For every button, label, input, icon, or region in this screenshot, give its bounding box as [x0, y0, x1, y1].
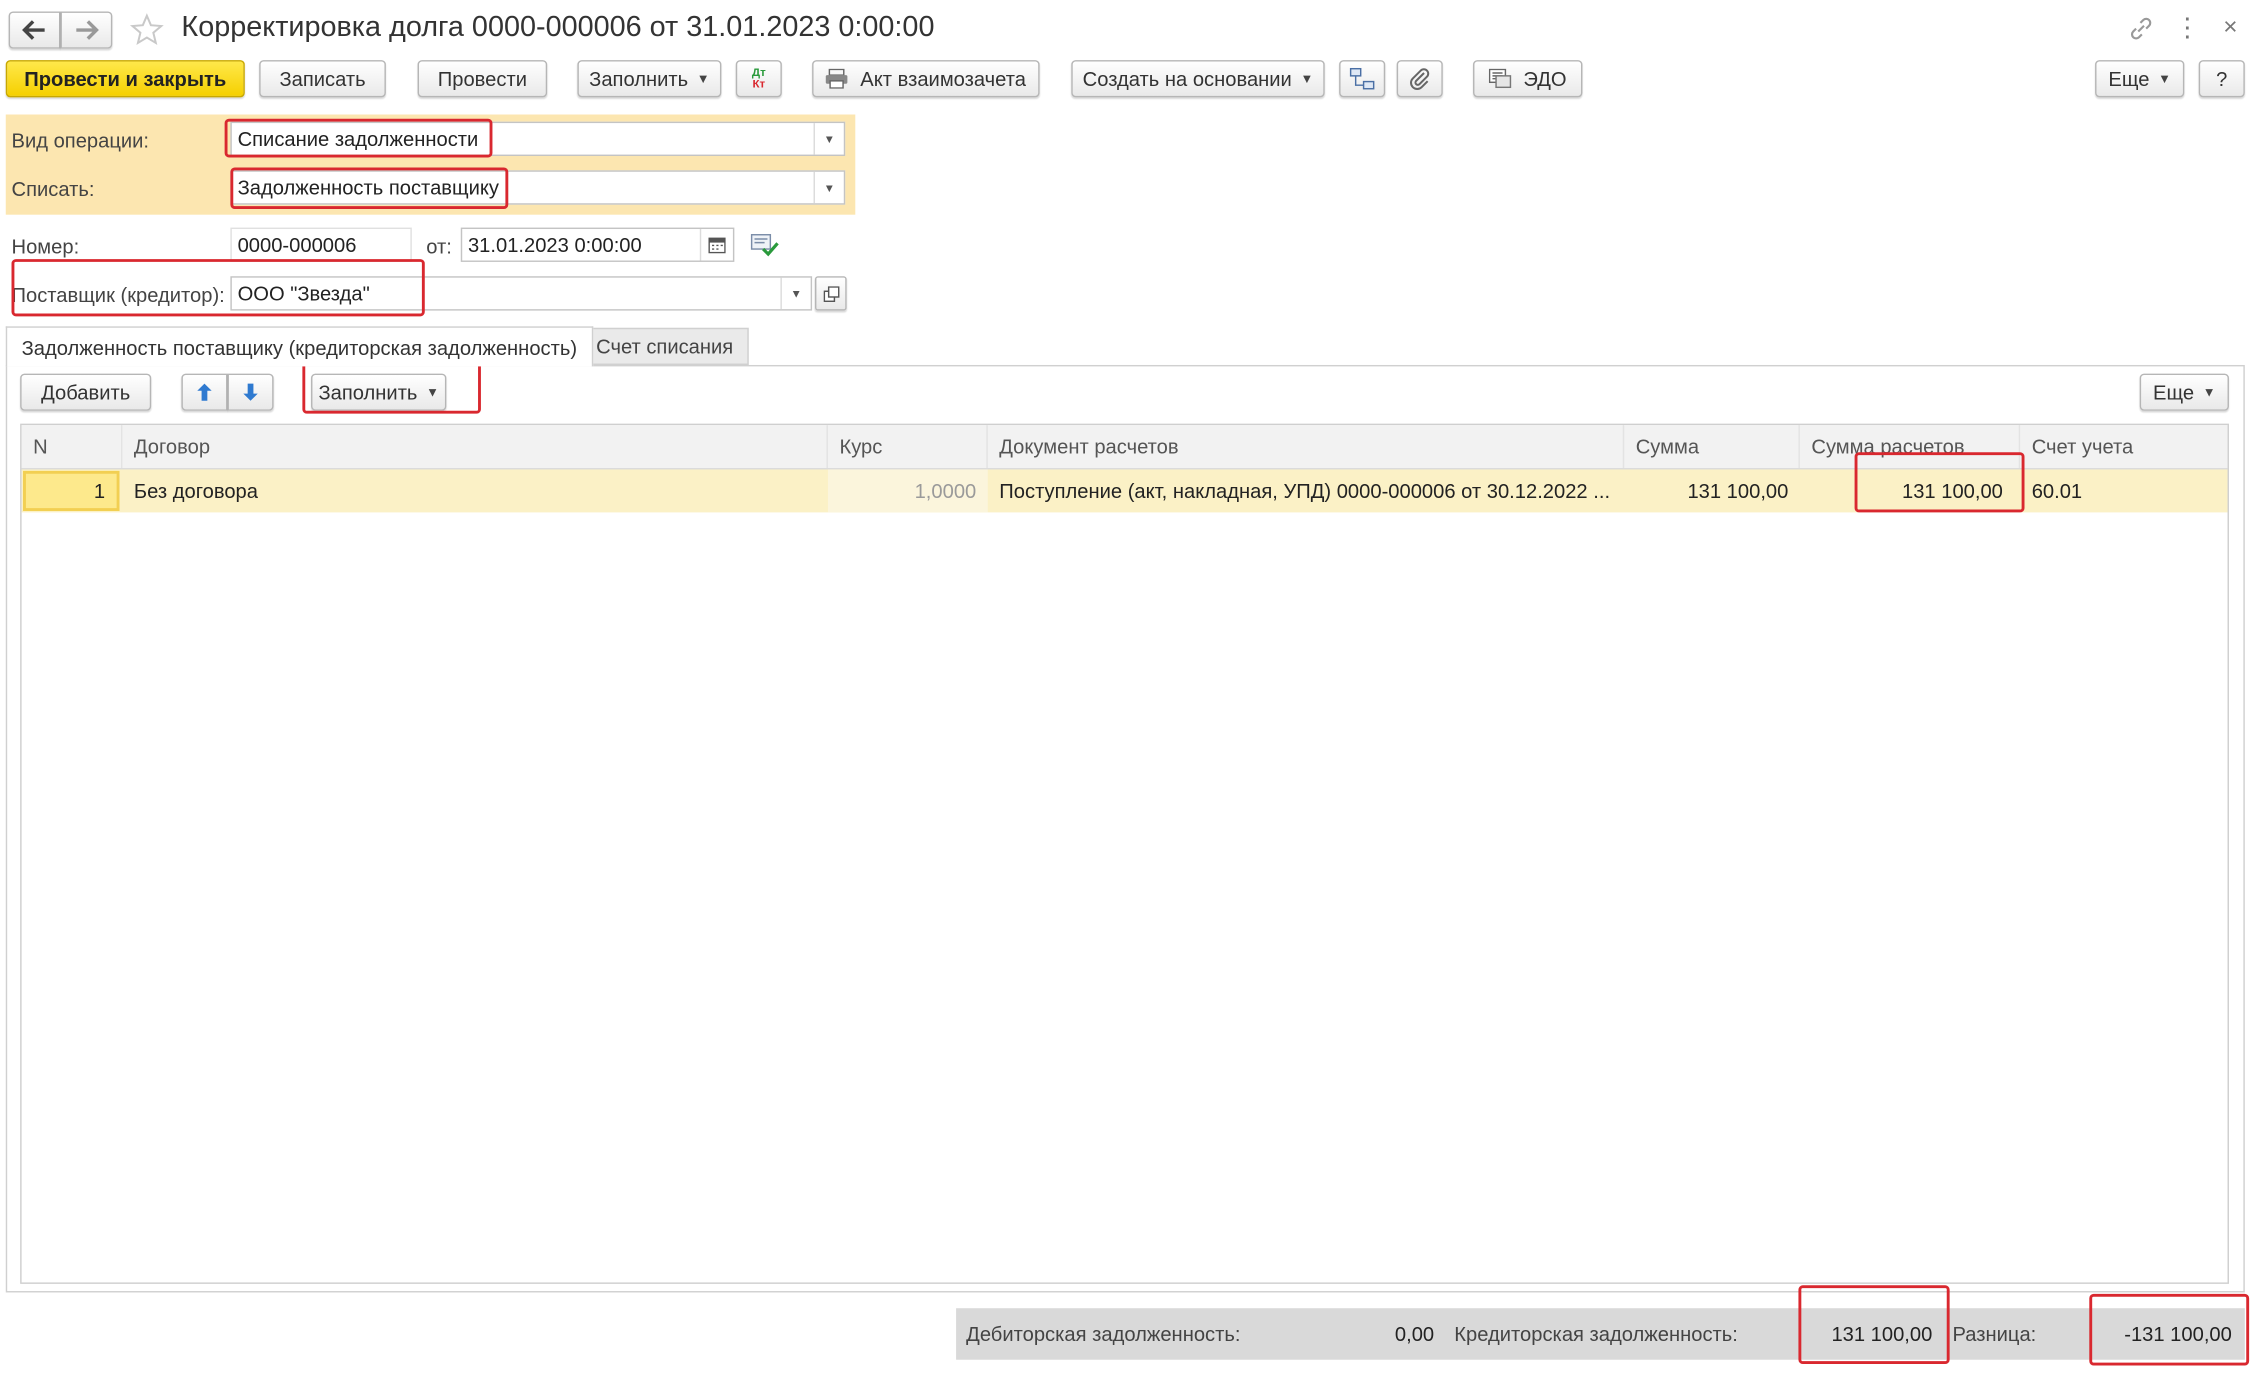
difference-label: Разница: [1952, 1322, 2037, 1346]
column-header-sum[interactable]: Сумма [1624, 425, 1800, 469]
supplier-label: Поставщик (кредитор): [11, 283, 225, 307]
chevron-down-icon[interactable]: ▼ [813, 123, 844, 155]
more-vertical-icon[interactable]: ⋮ [2174, 14, 2200, 43]
dt-kt-icon: Дт Кт [751, 65, 766, 91]
move-down-button[interactable] [227, 373, 274, 411]
chevron-down-icon: ▼ [2202, 385, 2216, 400]
netting-act-label: Акт взаимозачета [860, 67, 1026, 91]
window-title: Корректировка долга 0000-000006 от 31.01… [181, 11, 935, 43]
arrow-up-icon [197, 383, 212, 401]
more-label: Еще [2108, 67, 2150, 91]
arrow-right-icon [76, 20, 99, 40]
column-header-rate[interactable]: Курс [828, 425, 988, 469]
cell-n[interactable]: 1 [23, 470, 120, 511]
favorite-star-icon[interactable] [129, 13, 165, 47]
create-based-on-label: Создать на основании [1082, 67, 1292, 91]
debit-debt-label: Дебиторская задолженность: [966, 1322, 1241, 1346]
back-button[interactable] [8, 11, 61, 49]
column-header-document[interactable]: Документ расчетов [988, 425, 1625, 469]
write-off-label: Списать: [11, 177, 95, 201]
cell-settlement-sum[interactable]: 131 100,00 [1800, 469, 2020, 512]
number-label: Номер: [11, 234, 80, 258]
chevron-down-icon: ▼ [696, 71, 710, 86]
column-header-n[interactable]: N [22, 425, 123, 469]
save-button[interactable]: Записать [259, 60, 386, 98]
date-label: от: [426, 234, 452, 258]
cell-account[interactable]: 60.01 [2020, 469, 2227, 512]
post-and-close-button[interactable]: Провести и закрыть [5, 60, 245, 98]
structure-button[interactable] [1339, 60, 1386, 98]
table-row[interactable]: 1 Без договора 1,0000 Поступление (акт, … [21, 469, 2228, 513]
dt-kt-button[interactable]: Дт Кт [735, 60, 782, 98]
credit-debt-label: Кредиторская задолженность: [1454, 1322, 1738, 1346]
fill-label: Заполнить [589, 67, 689, 91]
printer-icon [826, 68, 849, 89]
table-fill-button[interactable]: Заполнить ▼ [311, 373, 447, 411]
operation-type-value: Списание задолженности [237, 127, 479, 151]
table-header: N Договор Курс Документ расчетов Сумма С… [21, 425, 2228, 470]
chevron-down-icon: ▼ [2158, 71, 2171, 86]
attach-button[interactable] [1396, 60, 1443, 98]
open-icon [822, 285, 839, 302]
debts-table: N Договор Курс Документ расчетов Сумма С… [20, 423, 2229, 1284]
number-field[interactable]: 0000-000006 [230, 227, 412, 262]
more-button[interactable]: Еще ▼ [2095, 60, 2185, 98]
chevron-down-icon: ▼ [1300, 71, 1314, 86]
create-based-on-button[interactable]: Создать на основании ▼ [1071, 60, 1325, 98]
close-icon[interactable]: × [2217, 13, 2243, 42]
help-button[interactable]: ? [2198, 60, 2245, 98]
cell-rate[interactable]: 1,0000 [827, 469, 988, 513]
column-header-contract[interactable]: Договор [122, 425, 828, 469]
paperclip-icon [1410, 68, 1430, 90]
post-button[interactable]: Провести [417, 60, 548, 98]
credit-debt-value: 131 100,00 [1831, 1322, 1933, 1346]
chevron-down-icon[interactable]: ▼ [813, 171, 844, 204]
edo-icon [1488, 68, 1512, 89]
supplier-value: ООО "Звезда" [237, 281, 370, 305]
table-fill-label: Заполнить [318, 380, 418, 404]
debit-debt-value: 0,00 [1394, 1322, 1435, 1346]
number-value: 0000-000006 [237, 233, 357, 257]
arrow-left-icon [22, 20, 45, 40]
write-off-field[interactable]: Задолженность поставщику ▼ [230, 170, 846, 205]
tab-supplier-debt[interactable]: Задолженность поставщику (кредиторская з… [5, 326, 593, 367]
operation-type-field[interactable]: Списание задолженности ▼ [230, 121, 846, 157]
arrow-down-icon [243, 383, 258, 401]
open-supplier-button[interactable] [814, 276, 847, 311]
write-off-value: Задолженность поставщику [237, 176, 499, 199]
add-row-button[interactable]: Добавить [20, 373, 152, 411]
chevron-down-icon: ▼ [426, 385, 439, 400]
date-value: 31.01.2023 0:00:00 [467, 233, 642, 257]
cell-sum[interactable]: 131 100,00 [1624, 469, 1800, 512]
status-check-icon[interactable] [750, 232, 779, 258]
chevron-down-icon[interactable]: ▼ [780, 277, 810, 310]
cell-contract[interactable]: Без договора [122, 469, 828, 512]
edo-button[interactable]: ЭДО [1473, 60, 1583, 98]
column-header-settlement-sum[interactable]: Сумма расчетов [1800, 425, 2021, 469]
netting-act-button[interactable]: Акт взаимозачета [812, 60, 1040, 98]
tab-write-off-account[interactable]: Счет списания [580, 327, 750, 365]
move-up-button[interactable] [181, 373, 228, 411]
operation-type-label: Вид операции: [11, 128, 150, 152]
column-header-account[interactable]: Счет учета [2020, 425, 2227, 468]
forward-button[interactable] [60, 11, 113, 49]
link-icon[interactable] [2128, 16, 2154, 42]
structure-icon [1349, 67, 1375, 90]
table-more-button[interactable]: Еще ▼ [2139, 373, 2229, 411]
cell-document[interactable]: Поступление (акт, накладная, УПД) 0000-0… [988, 469, 1624, 512]
date-field[interactable]: 31.01.2023 0:00:00 [460, 227, 735, 262]
difference-value: -131 100,00 [2124, 1322, 2232, 1346]
document-window: Корректировка долга 0000-000006 от 31.01… [0, 0, 2255, 1374]
supplier-field[interactable]: ООО "Звезда" ▼ [230, 276, 813, 311]
table-more-label: Еще [2153, 380, 2195, 404]
calendar-icon[interactable] [699, 229, 733, 261]
fill-dropdown-button[interactable]: Заполнить ▼ [577, 60, 722, 98]
edo-label: ЭДО [1523, 67, 1567, 91]
